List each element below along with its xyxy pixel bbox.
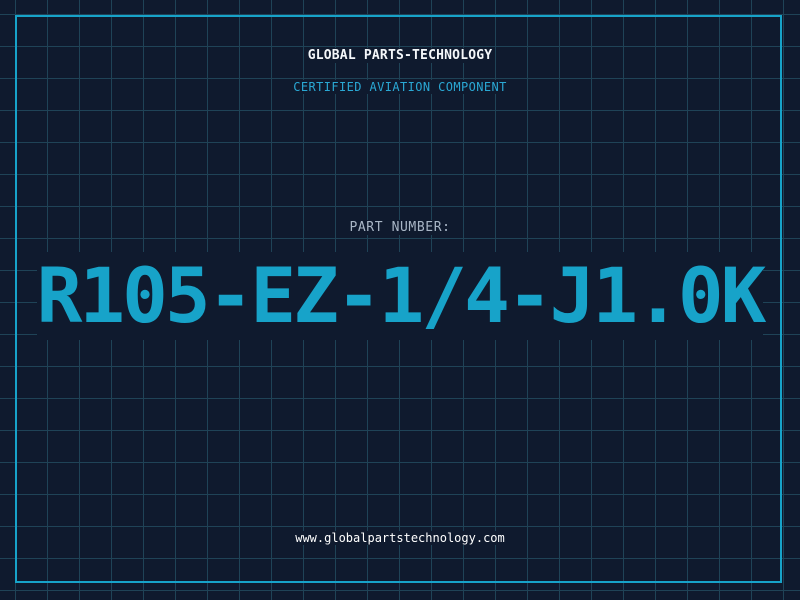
part-number-value: R105-EZ-1/4-J1.0K — [36, 251, 766, 340]
certification-tagline: CERTIFIED AVIATION COMPONENT — [293, 80, 507, 94]
footer: www.globalpartstechnology.com — [0, 531, 800, 545]
part-number-label: PART NUMBER: — [349, 220, 451, 235]
tagline-row: CERTIFIED AVIATION COMPONENT — [0, 80, 800, 94]
company-name: GLOBAL PARTS-TECHNOLOGY — [307, 48, 493, 63]
part-number-row: R105-EZ-1/4-J1.0K — [0, 252, 800, 340]
website-url: www.globalpartstechnology.com — [295, 531, 505, 545]
header: GLOBAL PARTS-TECHNOLOGY — [0, 48, 800, 63]
part-number-label-row: PART NUMBER: — [0, 220, 800, 235]
